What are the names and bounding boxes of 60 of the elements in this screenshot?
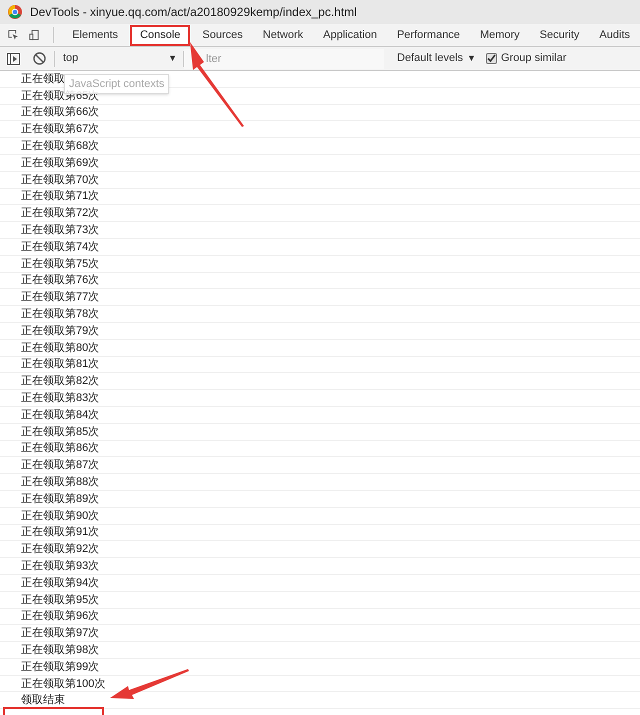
console-message: 正在领取第94次 (21, 576, 100, 590)
caret-icon: ▼ (168, 52, 177, 66)
console-message: 正在领取第72次 (21, 206, 100, 220)
console-message: 正在领取第68次 (21, 139, 100, 154)
console-message: 正在领取第84次 (21, 408, 100, 422)
panel-tab[interactable]: Audits (589, 24, 640, 46)
console-message: 正在领取第69次 (21, 156, 100, 170)
panel-tab[interactable]: Application (313, 24, 387, 46)
tooltip: JavaScript contexts (64, 74, 170, 94)
console-message: 正在领取第99次 (21, 660, 100, 674)
console-message: 正在领取第91次 (21, 525, 100, 540)
levels-dropdown[interactable]: Default levels ▼ (397, 50, 476, 67)
console-message: 领取结束 (21, 693, 65, 708)
panel-tab[interactable]: Network (252, 24, 314, 46)
console-message: 正在领取第67次 (21, 122, 100, 136)
console-message: 正在领取第74次 (21, 240, 100, 254)
device-icon[interactable] (28, 28, 40, 42)
context-dropdown[interactable]: top ▼ (55, 48, 183, 68)
panel-tab[interactable]: Console (130, 24, 190, 46)
console-message: 正在领取第97次 (21, 626, 100, 640)
console-message: 正在领取第71次 (21, 189, 100, 204)
console-message: 正在领取 (21, 72, 65, 86)
console-message: 正在领取第90次 (21, 508, 100, 523)
console-message: 正在领取第70次 (21, 172, 100, 187)
console-message: 正在领取第93次 (21, 559, 100, 573)
console-message: 正在领取第79次 (21, 324, 100, 338)
panel-tab[interactable]: Performance (386, 24, 470, 46)
panel-tab[interactable]: Security (530, 24, 590, 46)
console-message: 正在领取第100次 (21, 676, 106, 691)
console-message: 正在领取第88次 (21, 475, 100, 490)
panel-tab[interactable]: Memory (470, 24, 530, 46)
caret-icon: ▼ (467, 52, 476, 66)
console-message: 正在领取第89次 (21, 492, 100, 506)
console-message: 正在领取第92次 (21, 542, 100, 556)
checkbox[interactable] (486, 53, 497, 64)
console-message: 正在领取第95次 (21, 592, 100, 607)
console-message: 正在领取第98次 (21, 642, 100, 657)
console-message: 正在领取第78次 (21, 307, 100, 322)
checkbox-label: Group similar (500, 51, 566, 66)
console-message: 正在领取第66次 (21, 105, 100, 120)
console-message: 正在领取第87次 (21, 458, 100, 472)
browser-logo-icon (8, 5, 22, 19)
console-message: 正在领取第86次 (21, 441, 100, 456)
sidebar-toggle-icon[interactable] (7, 52, 20, 64)
console-message: 正在领取第75次 (21, 256, 100, 271)
console-message: 正在领取第80次 (21, 340, 100, 355)
panel-tab[interactable]: Elements (62, 24, 128, 46)
console-message: 正在领取第81次 (21, 357, 100, 372)
console-message: 正在领取第76次 (21, 273, 100, 288)
window-title: DevTools - xinyue.qq.com/act/a20180929kemp/index_pc.html (30, 4, 357, 21)
clear-console-icon[interactable] (33, 52, 46, 65)
console-message: 正在领取第83次 (21, 391, 100, 406)
console-message: 正在领取第77次 (21, 290, 100, 304)
inspect-icon[interactable] (8, 28, 19, 42)
console-message: 正在领取第73次 (21, 223, 100, 238)
console-message: 正在领取第85次 (21, 424, 100, 439)
console-message: 正在领取第82次 (21, 374, 100, 388)
filter-field[interactable]: lter (184, 48, 384, 68)
panel-tab[interactable]: Sources (192, 24, 253, 46)
console-message: 正在领取第96次 (21, 609, 100, 624)
